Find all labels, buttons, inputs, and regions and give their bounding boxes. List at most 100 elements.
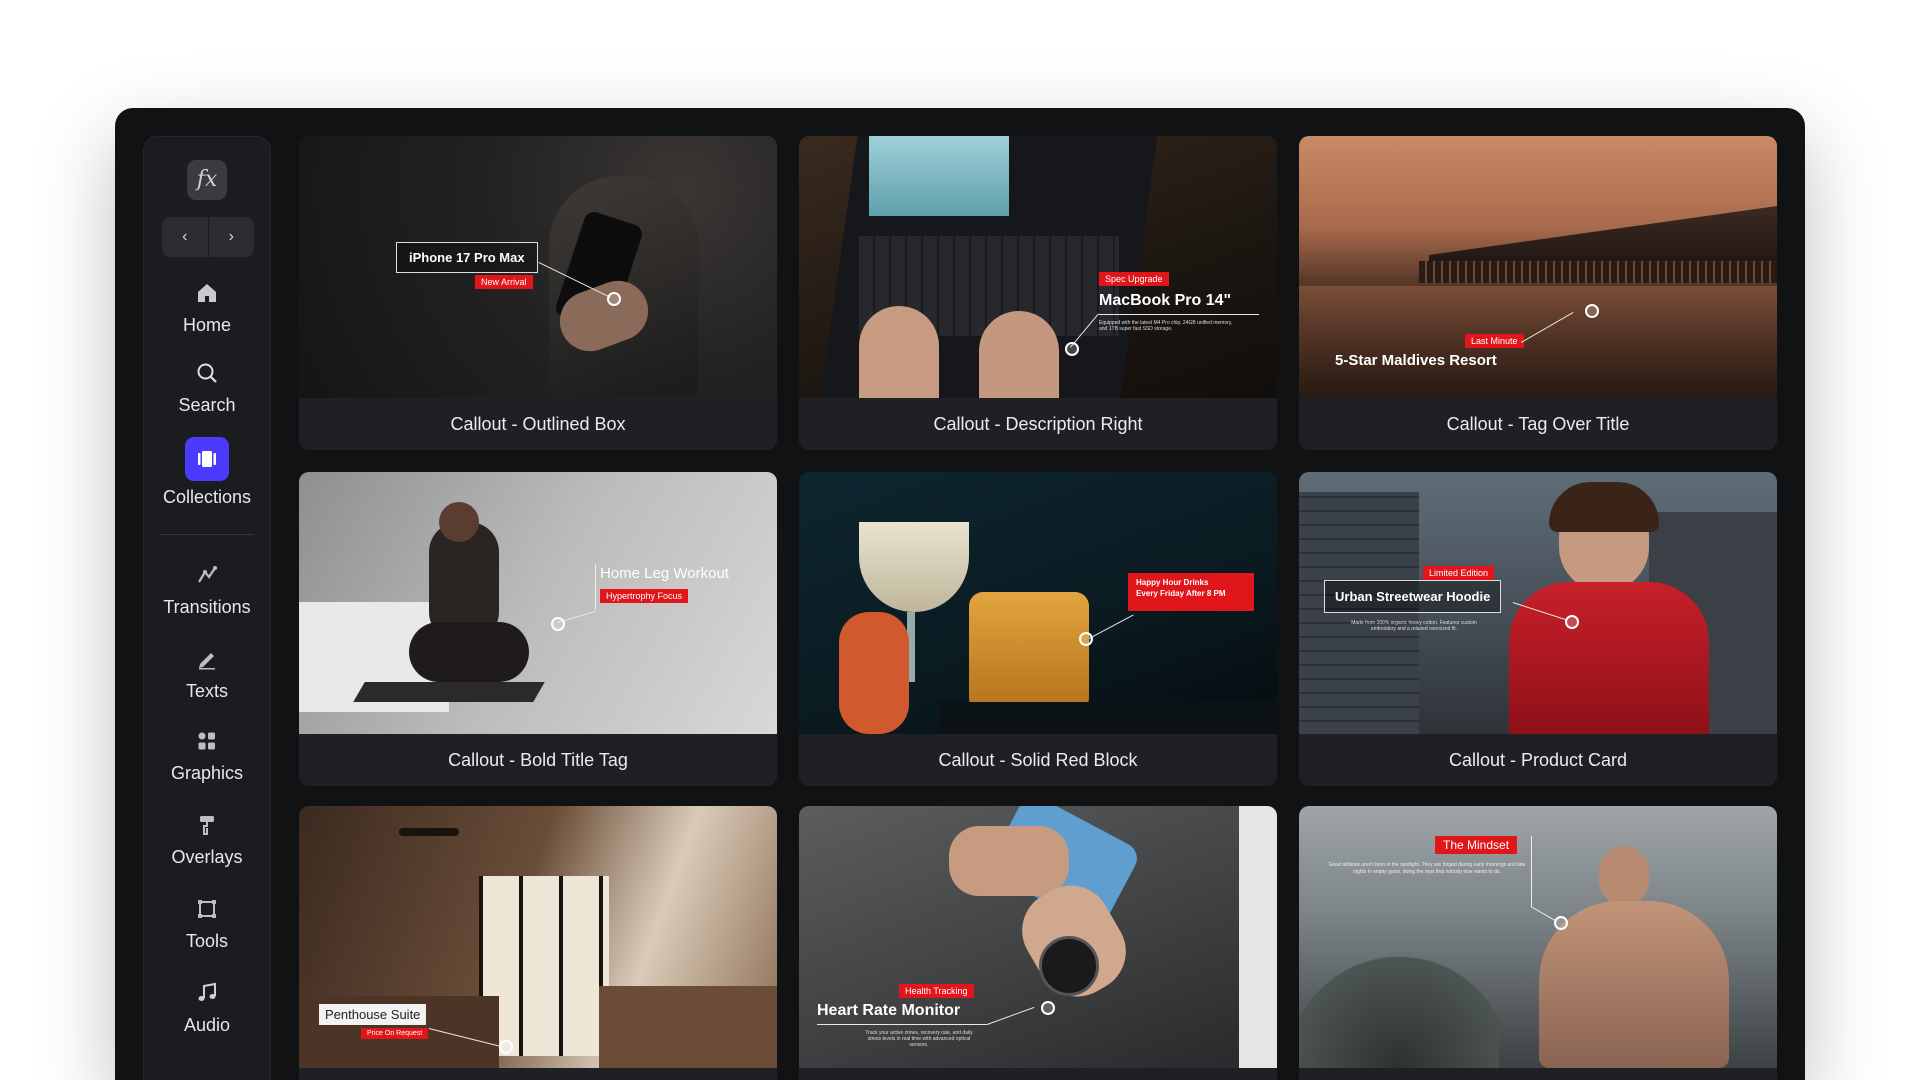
card-thumbnail: Happy Hour Drinks Every Friday After 8 P…	[799, 472, 1277, 734]
template-card[interactable]: Spec Upgrade MacBook Pro 14" Equipped wi…	[799, 136, 1277, 450]
sidebar-item-tools[interactable]: Tools	[144, 895, 270, 952]
chevron-right-icon: ›	[228, 228, 234, 245]
callout-description: Made from 100% organic heavy cotton. Fea…	[1351, 620, 1477, 632]
home-icon	[193, 279, 221, 307]
callout-tag: The Mindset	[1435, 836, 1518, 854]
sidebar-item-label: Tools	[185, 931, 229, 951]
sidebar-item-overlays[interactable]: Overlays	[144, 811, 270, 868]
sidebar-item-texts[interactable]: Texts	[144, 645, 270, 702]
callout-title: iPhone 17 Pro Max	[409, 250, 525, 265]
callout-title-box: Penthouse Suite	[319, 1004, 427, 1025]
history-nav: ‹ ›	[162, 217, 254, 257]
sidebar-item-label: Audio	[183, 1015, 231, 1035]
callout-tag: Health Tracking	[899, 984, 974, 998]
sidebar-item-label: Transitions	[163, 597, 251, 617]
callout-title-box: Urban Streetwear Hoodie	[1324, 580, 1502, 613]
tools-icon	[193, 895, 221, 923]
callout-tag: Spec Upgrade	[1099, 272, 1169, 286]
back-button[interactable]: ‹	[162, 217, 208, 257]
callout-line	[1530, 906, 1557, 922]
sidebar-item-collections[interactable]: Collections	[144, 437, 270, 508]
callout-box: iPhone 17 Pro Max	[396, 242, 538, 273]
callout-underline	[1099, 314, 1259, 315]
callout-dot	[1065, 342, 1079, 356]
callout-title: Penthouse Suite	[325, 1007, 421, 1022]
callout-tag: Limited Edition	[1423, 566, 1495, 580]
sidebar-item-label: Overlays	[171, 847, 243, 867]
forward-button[interactable]: ›	[207, 217, 255, 257]
search-icon	[193, 359, 221, 387]
callout-description: Track your active zones, recovery rate, …	[865, 1030, 973, 1048]
sidebar-item-home[interactable]: Home	[144, 279, 270, 336]
callout-underline	[817, 1024, 987, 1025]
card-caption	[299, 1068, 777, 1080]
music-note-icon	[193, 979, 221, 1007]
card-thumbnail: iPhone 17 Pro Max New Arrival	[299, 136, 777, 398]
sidebar-item-transitions[interactable]: Transitions	[144, 561, 270, 618]
callout-description: Great athletes aren't born in the spotli…	[1328, 862, 1526, 875]
card-caption: Callout - Solid Red Block	[938, 749, 1138, 770]
sidebar-item-graphics[interactable]: Graphics	[144, 727, 270, 784]
card-caption: Callout - Description Right	[933, 413, 1143, 434]
callout-tag: Last Minute	[1465, 334, 1524, 348]
callout-red-block: Happy Hour Drinks Every Friday After 8 P…	[1128, 573, 1254, 611]
card-thumbnail: The Mindset Great athletes aren't born i…	[1299, 806, 1777, 1068]
chevron-left-icon: ‹	[182, 228, 188, 245]
fx-logo[interactable]: fx	[187, 160, 227, 200]
graphics-icon	[193, 727, 221, 755]
sidebar-item-label: Search	[178, 395, 236, 415]
template-card[interactable]: Happy Hour Drinks Every Friday After 8 P…	[799, 472, 1277, 786]
collections-icon	[185, 437, 229, 481]
callout-tag: New Arrival	[475, 275, 533, 289]
template-card[interactable]: Home Leg Workout Hypertrophy Focus Callo…	[299, 472, 777, 786]
sidebar-item-label: Collections	[162, 487, 252, 507]
callout-description: Equipped with the latest M4 Pro chip, 24…	[1099, 320, 1233, 332]
card-thumbnail: Penthouse Suite Price On Request	[299, 806, 777, 1068]
sidebar-item-label: Texts	[185, 681, 228, 701]
card-caption	[799, 1068, 1277, 1080]
sidebar-item-label: Home	[182, 315, 231, 335]
callout-tag: Price On Request	[361, 1028, 429, 1039]
card-thumbnail: Health Tracking Heart Rate Monitor Track…	[799, 806, 1277, 1068]
callout-line-2: Every Friday After 8 PM	[1136, 589, 1226, 598]
card-thumbnail: Home Leg Workout Hypertrophy Focus	[299, 472, 777, 734]
callout-dot	[1585, 304, 1599, 318]
template-card[interactable]: Last Minute 5-Star Maldives Resort Callo…	[1299, 136, 1777, 450]
template-card[interactable]: Health Tracking Heart Rate Monitor Track…	[799, 806, 1277, 1080]
callout-title: 5-Star Maldives Resort	[1335, 352, 1497, 369]
sidebar-item-label: Graphics	[170, 763, 244, 783]
callout-title: Home Leg Workout	[600, 565, 729, 582]
card-thumbnail: Spec Upgrade MacBook Pro 14" Equipped wi…	[799, 136, 1277, 398]
template-card[interactable]: Penthouse Suite Price On Request	[299, 806, 777, 1080]
callout-line	[1089, 614, 1134, 639]
paint-roller-icon	[193, 811, 221, 839]
template-card[interactable]: The Mindset Great athletes aren't born i…	[1299, 806, 1777, 1080]
callout-dot	[551, 617, 565, 631]
callout-dot	[607, 292, 621, 306]
template-card[interactable]: iPhone 17 Pro Max New Arrival Callout - …	[299, 136, 777, 450]
card-caption: Callout - Bold Title Tag	[448, 749, 628, 770]
card-caption: Callout - Tag Over Title	[1446, 413, 1630, 434]
card-caption	[1299, 1068, 1777, 1080]
callout-title: Heart Rate Monitor	[817, 1002, 961, 1019]
callout-dot	[499, 1040, 513, 1054]
card-thumbnail: Limited Edition Urban Streetwear Hoodie …	[1299, 472, 1777, 734]
callout-line	[987, 1006, 1035, 1025]
transitions-icon	[193, 561, 221, 589]
card-caption: Callout - Product Card	[1448, 749, 1628, 770]
pen-icon	[193, 645, 221, 673]
callout-dot	[1041, 1001, 1055, 1015]
callout-tag: Hypertrophy Focus	[600, 589, 689, 603]
callout-title: Urban Streetwear Hoodie	[1335, 589, 1491, 604]
sidebar-item-audio[interactable]: Audio	[144, 979, 270, 1036]
template-card[interactable]: Limited Edition Urban Streetwear Hoodie …	[1299, 472, 1777, 786]
card-caption: Callout - Outlined Box	[450, 413, 626, 434]
callout-dot	[1565, 615, 1579, 629]
callout-dot	[1079, 632, 1093, 646]
sidebar-item-search[interactable]: Search	[144, 359, 270, 416]
callout-title: MacBook Pro 14"	[1099, 292, 1232, 309]
sidebar-divider	[160, 534, 254, 535]
app-window: fx ‹ › Home Search Collections Transitio…	[115, 108, 1805, 1080]
callout-line-1: Happy Hour Drinks	[1136, 578, 1209, 587]
sidebar: fx ‹ › Home Search Collections Transitio…	[143, 136, 271, 1080]
